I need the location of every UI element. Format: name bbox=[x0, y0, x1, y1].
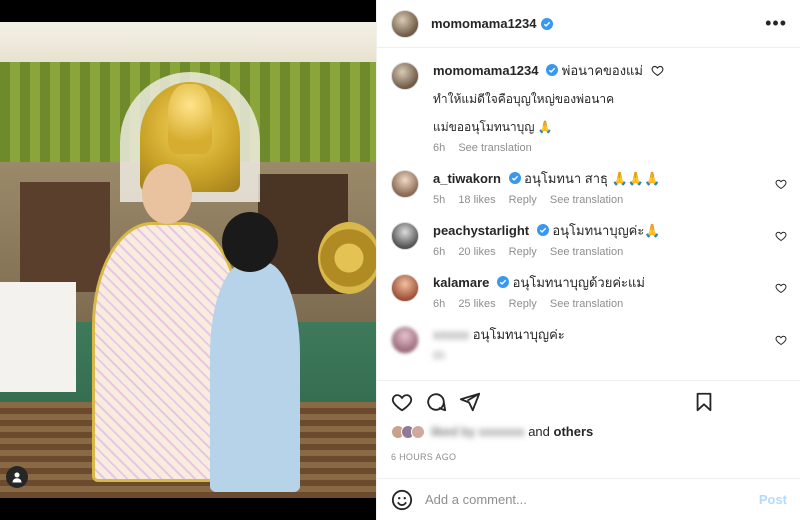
photo-person-head bbox=[142, 164, 192, 224]
likes-summary[interactable]: liked by xxxxxxx and others bbox=[391, 424, 593, 439]
add-comment-bar: Post bbox=[377, 478, 800, 520]
and-others-text: and others bbox=[528, 424, 594, 439]
comment-likes[interactable]: 18 likes bbox=[458, 194, 495, 206]
more-options-icon[interactable]: ••• bbox=[765, 14, 787, 32]
verified-badge-icon bbox=[540, 17, 553, 30]
caption-line-2: แม่ขออนุโมทนาบุญ 🙏 bbox=[433, 120, 553, 134]
avatar bbox=[411, 424, 425, 439]
reply-button[interactable]: Reply bbox=[509, 298, 537, 310]
comment-likes[interactable]: 25 likes bbox=[458, 298, 495, 310]
user-tag-icon[interactable] bbox=[6, 466, 28, 488]
comment-icon[interactable] bbox=[425, 391, 447, 413]
comment-time: 6h bbox=[433, 350, 446, 362]
see-translation-link[interactable]: See translation bbox=[550, 246, 623, 258]
avatar[interactable] bbox=[391, 62, 419, 90]
reply-button[interactable]: Reply bbox=[509, 246, 537, 258]
avatar[interactable] bbox=[391, 274, 419, 302]
avatar[interactable] bbox=[391, 170, 419, 198]
comment-username[interactable]: peachystarlight bbox=[433, 223, 529, 238]
see-translation-link[interactable]: See translation bbox=[550, 194, 623, 206]
caption: momomama1234 พ่อนาคของแม่ ทำให้แม่ดีใจคื… bbox=[391, 62, 787, 154]
avatar[interactable] bbox=[391, 222, 419, 250]
comment-like-icon[interactable] bbox=[775, 334, 787, 346]
comment-username[interactable]: kalamare bbox=[433, 275, 489, 290]
caption-time: 6h bbox=[433, 142, 446, 154]
post-header: momomama1234 ••• bbox=[377, 0, 800, 48]
see-translation-link[interactable]: See translation bbox=[550, 298, 623, 310]
photo-table bbox=[0, 282, 76, 392]
post-time: 6 HOURS AGO bbox=[391, 452, 457, 462]
post-button[interactable]: Post bbox=[759, 492, 787, 507]
comment-text: อนุโมทนาบุญค่ะ🙏 bbox=[552, 223, 661, 238]
header-username[interactable]: momomama1234 bbox=[431, 16, 537, 31]
comment-time: 6h bbox=[433, 246, 446, 258]
comment-like-icon[interactable] bbox=[775, 178, 787, 190]
emoji-icon[interactable] bbox=[391, 489, 413, 511]
post-panel: momomama1234 ••• momomama1234 พ่อนาคของแ… bbox=[376, 0, 800, 520]
verified-badge-icon bbox=[546, 64, 559, 76]
comment-like-icon[interactable] bbox=[775, 282, 787, 294]
save-icon[interactable] bbox=[693, 391, 715, 413]
comment-item: xxxxx อนุโมทนาบุญค่ะ 6h bbox=[391, 326, 787, 362]
photo-buddha-statue bbox=[168, 84, 212, 154]
photo-woman bbox=[210, 262, 300, 492]
see-translation-link[interactable]: See translation bbox=[458, 142, 531, 154]
comment-item: peachystarlight อนุโมทนาบุญค่ะ🙏 6h 20 li… bbox=[391, 222, 787, 258]
comment-username[interactable]: xxxxx bbox=[433, 327, 469, 342]
caption-line-1: ทำให้แม่ดีใจคือบุญใหญ่ของพ่อนาค bbox=[433, 92, 615, 106]
photo-scene bbox=[0, 22, 376, 498]
post-actions bbox=[377, 380, 800, 420]
comment-text: อนุโมทนา สาธุ 🙏🙏🙏 bbox=[524, 171, 661, 186]
verified-badge-icon bbox=[508, 172, 521, 184]
photo-screen-left bbox=[20, 182, 110, 292]
avatar[interactable] bbox=[391, 9, 419, 38]
photo-gong bbox=[318, 222, 376, 294]
comment-item: a_tiwakorn อนุโมทนา สาธุ 🙏🙏🙏 5h 18 likes… bbox=[391, 170, 787, 206]
avatar[interactable] bbox=[391, 326, 419, 354]
comment-username[interactable]: a_tiwakorn bbox=[433, 171, 501, 186]
heart-outline-icon bbox=[651, 65, 664, 77]
post-photo[interactable] bbox=[0, 0, 376, 520]
liked-by-text: liked by xxxxxxx bbox=[431, 424, 525, 439]
comment-like-icon[interactable] bbox=[775, 230, 787, 242]
comment-time: 5h bbox=[433, 194, 446, 206]
reply-button[interactable]: Reply bbox=[509, 194, 537, 206]
comment-likes[interactable]: 20 likes bbox=[458, 246, 495, 258]
comments-list: momomama1234 พ่อนาคของแม่ ทำให้แม่ดีใจคื… bbox=[377, 48, 800, 380]
caption-title: พ่อนาคของแม่ bbox=[561, 63, 643, 78]
share-icon[interactable] bbox=[459, 391, 481, 413]
comment-time: 6h bbox=[433, 298, 446, 310]
verified-badge-icon bbox=[497, 276, 510, 288]
photo-woman-head bbox=[222, 212, 278, 272]
heart-icon[interactable] bbox=[391, 391, 413, 413]
photo-ceiling bbox=[0, 22, 376, 62]
caption-username[interactable]: momomama1234 bbox=[433, 63, 539, 78]
verified-badge-icon bbox=[536, 224, 549, 236]
comment-item: kalamare อนุโมทนาบุญด้วยค่ะแม่ 6h 25 lik… bbox=[391, 274, 787, 310]
comment-input[interactable] bbox=[425, 492, 759, 507]
comment-text: อนุโมทนาบุญด้วยค่ะแม่ bbox=[512, 275, 645, 290]
comment-text: อนุโมทนาบุญค่ะ bbox=[472, 327, 565, 342]
